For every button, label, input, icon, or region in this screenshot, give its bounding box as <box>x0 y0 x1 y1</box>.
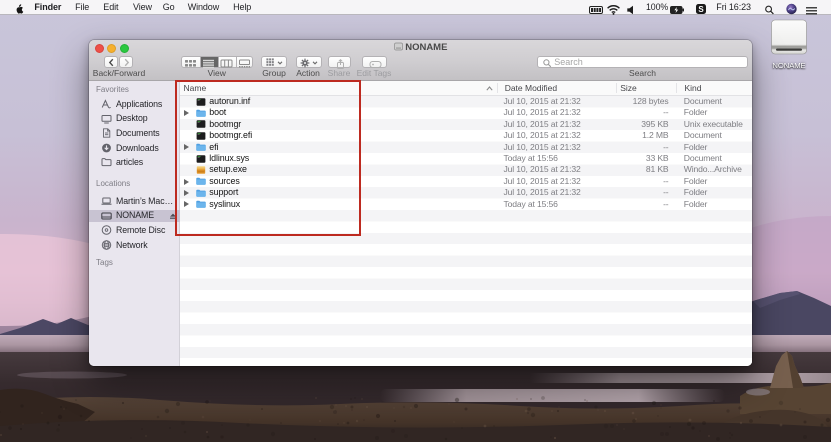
svg-text:S: S <box>698 5 704 14</box>
